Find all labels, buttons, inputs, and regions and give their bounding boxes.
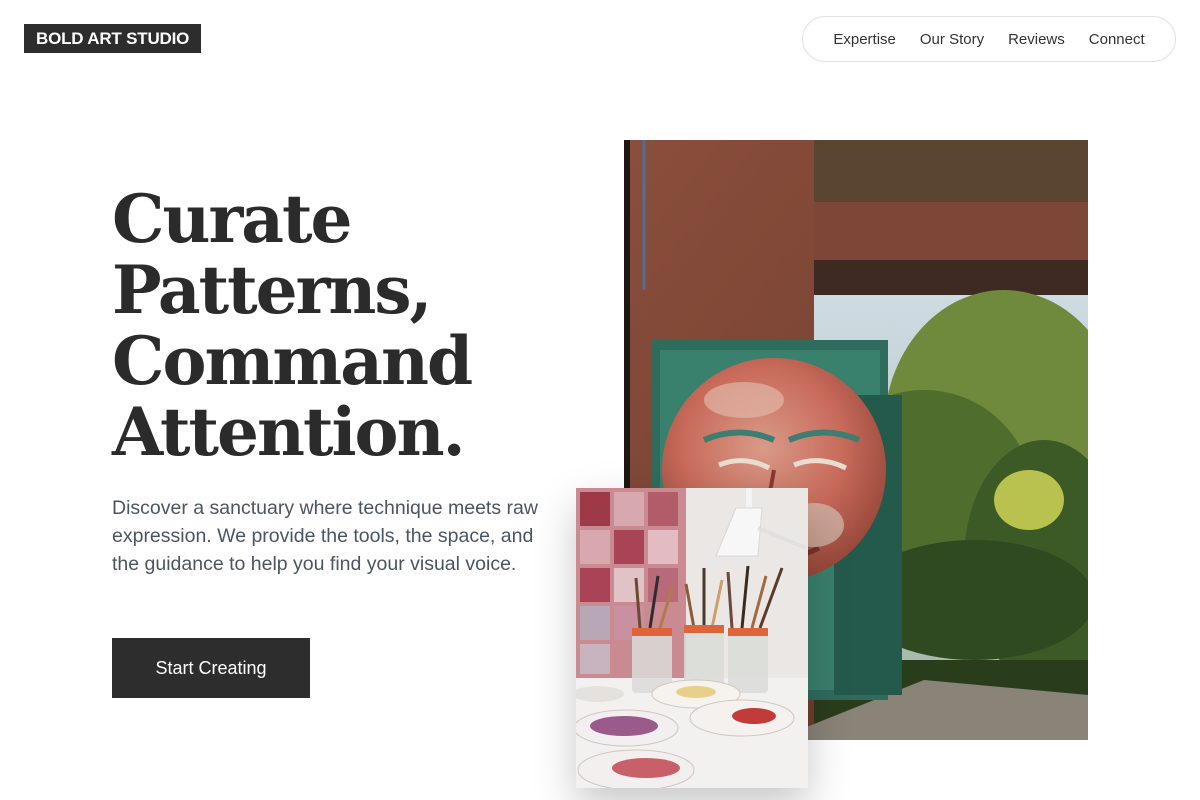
start-creating-button[interactable]: Start Creating (112, 638, 310, 698)
hero-intro: Discover a sanctuary where technique mee… (112, 497, 538, 575)
nav-item-connect[interactable]: Connect (1089, 31, 1145, 48)
headline-line: Command (112, 322, 473, 400)
main-nav: Expertise Our Story Reviews Connect (802, 16, 1176, 62)
hero-headline: Curate Patterns, Command Attention. (112, 184, 582, 468)
headline-line: Attention. (112, 393, 466, 471)
nav-item-expertise[interactable]: Expertise (833, 31, 896, 48)
headline-line: Curate (112, 180, 353, 258)
nav-item-reviews[interactable]: Reviews (1008, 31, 1065, 48)
hero-photo-brushes (576, 488, 808, 788)
brand-logo[interactable]: BOLD ART STUDIO (24, 24, 202, 53)
nav-item-our-story[interactable]: Our Story (920, 31, 984, 48)
headline-line: Patterns, (112, 251, 432, 329)
